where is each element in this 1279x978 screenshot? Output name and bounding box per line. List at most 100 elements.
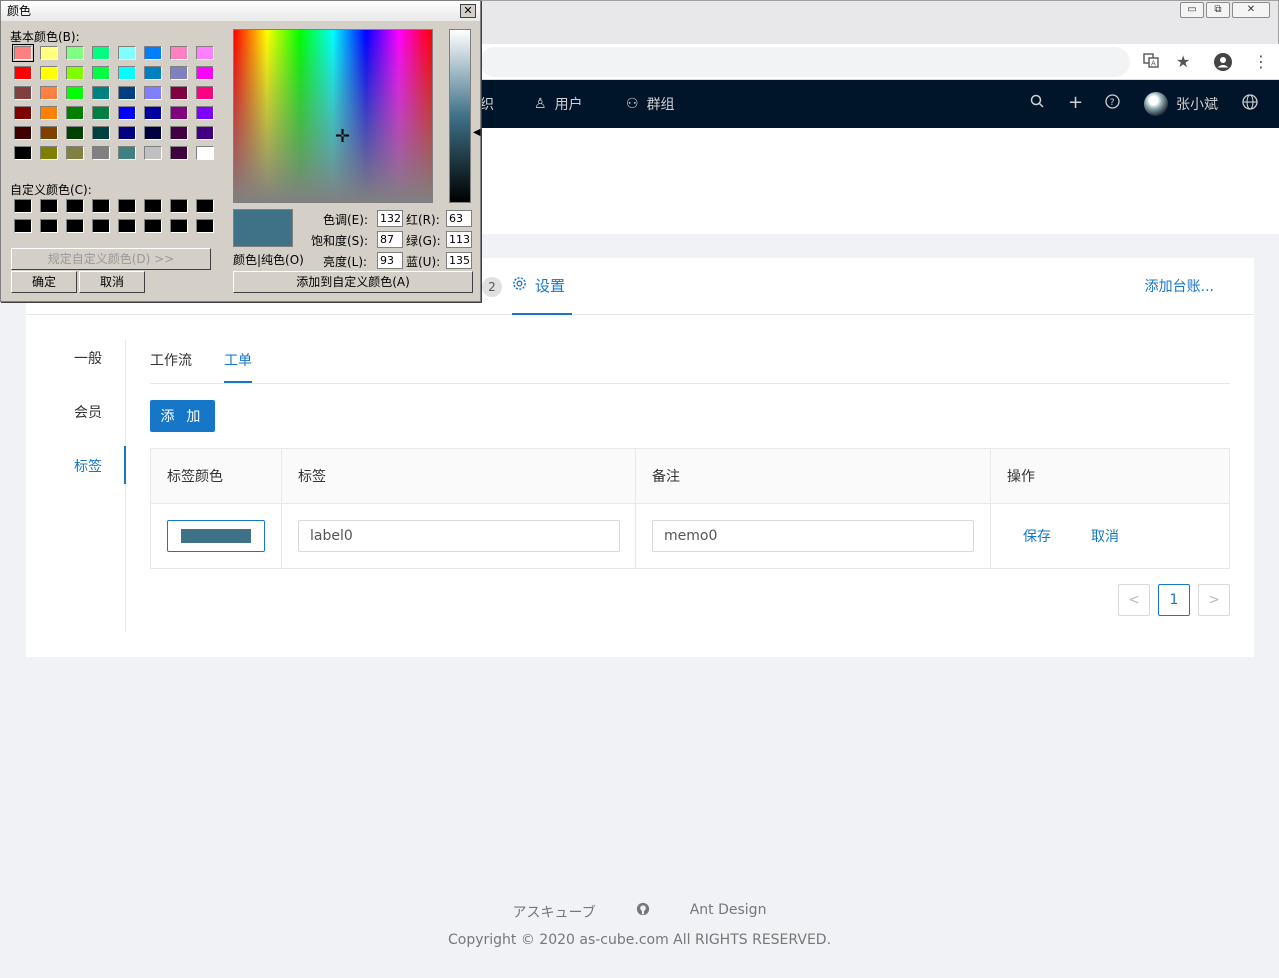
color-spectrum[interactable]: ✛ — [233, 29, 433, 203]
help-icon[interactable]: ? — [1105, 94, 1120, 113]
basic-color-swatch[interactable] — [40, 106, 58, 120]
basic-color-swatch[interactable] — [92, 46, 110, 60]
bookmark-star-icon[interactable]: ★ — [1176, 52, 1190, 71]
globe-icon[interactable] — [1242, 94, 1258, 114]
footer-link-antdesign[interactable]: Ant Design — [690, 902, 767, 922]
basic-color-swatch[interactable] — [196, 106, 214, 120]
footer-link-ascube[interactable]: アスキューブ — [513, 902, 596, 922]
nav-item-users[interactable]: ♙ 用户 — [534, 94, 583, 114]
basic-color-swatch[interactable] — [92, 86, 110, 100]
color-picker-button[interactable] — [167, 520, 265, 552]
translate-icon[interactable]: A — [1143, 52, 1159, 72]
basic-color-swatch[interactable] — [144, 86, 162, 100]
side-item-members[interactable]: 会员 — [74, 402, 102, 422]
green-field[interactable]: 113 — [446, 231, 472, 248]
save-link[interactable]: 保存 — [1023, 526, 1051, 546]
basic-color-swatch[interactable] — [118, 46, 136, 60]
basic-color-swatch[interactable] — [14, 86, 32, 100]
custom-color-swatch[interactable] — [144, 199, 162, 213]
browser-menu-icon[interactable]: ⋮ — [1253, 52, 1269, 71]
luminance-field[interactable]: 93 — [377, 252, 403, 269]
blue-field[interactable]: 135 — [446, 252, 472, 269]
custom-color-swatch[interactable] — [170, 219, 188, 233]
side-item-labels[interactable]: 标签 — [74, 456, 102, 476]
basic-color-swatch[interactable] — [66, 46, 84, 60]
basic-color-swatch[interactable] — [40, 146, 58, 160]
basic-color-swatch[interactable] — [118, 106, 136, 120]
basic-color-swatch[interactable] — [196, 86, 214, 100]
basic-color-swatch[interactable] — [14, 146, 32, 160]
basic-color-swatch[interactable] — [196, 126, 214, 140]
tab-workflow[interactable]: 工作流 — [150, 350, 192, 370]
define-custom-colors-button[interactable]: 规定自定义颜色(D) >> — [11, 248, 211, 270]
basic-color-swatch[interactable] — [144, 106, 162, 120]
basic-color-swatch[interactable] — [14, 126, 32, 140]
add-button[interactable]: 添 加 — [150, 400, 215, 432]
basic-color-swatch[interactable] — [144, 126, 162, 140]
address-field[interactable] — [480, 47, 1130, 77]
dialog-close-button[interactable]: ✕ — [460, 4, 476, 18]
basic-color-swatch[interactable] — [170, 106, 188, 120]
basic-color-swatch[interactable] — [118, 126, 136, 140]
basic-color-swatch[interactable] — [66, 146, 84, 160]
hue-field[interactable]: 132 — [377, 210, 403, 227]
add-ledger-link[interactable]: 添加台账... — [1145, 276, 1214, 296]
custom-color-swatch[interactable] — [40, 199, 58, 213]
plus-icon[interactable]: + — [1068, 92, 1083, 113]
next-page-button[interactable]: > — [1198, 584, 1230, 616]
basic-color-swatch[interactable] — [144, 46, 162, 60]
basic-color-swatch[interactable] — [170, 126, 188, 140]
nav-item-org[interactable]: 织 — [480, 94, 494, 114]
basic-color-swatch[interactable] — [144, 66, 162, 80]
basic-color-swatch[interactable] — [14, 66, 32, 80]
basic-color-swatch[interactable] — [170, 46, 188, 60]
basic-color-swatch[interactable] — [12, 44, 34, 62]
custom-color-swatch[interactable] — [118, 219, 136, 233]
tab-ticket[interactable]: 工单 — [224, 350, 252, 370]
basic-color-swatch[interactable] — [92, 106, 110, 120]
custom-color-swatch[interactable] — [66, 199, 84, 213]
basic-color-swatch[interactable] — [92, 146, 110, 160]
custom-color-swatch[interactable] — [144, 219, 162, 233]
tab-settings[interactable]: 设置 — [512, 258, 572, 315]
ok-button[interactable]: 确定 — [11, 271, 77, 293]
basic-color-swatch[interactable] — [118, 86, 136, 100]
close-window-button[interactable]: ✕ — [1232, 2, 1270, 18]
search-icon[interactable] — [1030, 94, 1044, 112]
github-icon[interactable] — [636, 902, 650, 922]
custom-color-swatch[interactable] — [92, 219, 110, 233]
basic-color-swatch[interactable] — [66, 106, 84, 120]
red-field[interactable]: 63 — [446, 210, 472, 227]
custom-color-swatch[interactable] — [92, 199, 110, 213]
basic-color-swatch[interactable] — [92, 126, 110, 140]
saturation-field[interactable]: 87 — [377, 231, 403, 248]
custom-color-swatch[interactable] — [40, 219, 58, 233]
basic-color-swatch[interactable] — [14, 106, 32, 120]
basic-color-swatch[interactable] — [40, 126, 58, 140]
nav-item-groups[interactable]: ⚇ 群组 — [626, 94, 675, 114]
custom-color-swatch[interactable] — [66, 219, 84, 233]
basic-color-swatch[interactable] — [66, 66, 84, 80]
page-1-button[interactable]: 1 — [1158, 584, 1190, 616]
add-to-custom-colors-button[interactable]: 添加到自定义颜色(A) — [233, 271, 473, 293]
basic-color-swatch[interactable] — [196, 146, 214, 160]
minimize-button[interactable]: ▭ — [1180, 2, 1204, 18]
basic-color-swatch[interactable] — [40, 86, 58, 100]
basic-color-swatch[interactable] — [40, 46, 58, 60]
basic-color-swatch[interactable] — [170, 86, 188, 100]
luminance-arrow-icon[interactable]: ◀ — [473, 127, 481, 138]
memo-input[interactable] — [652, 520, 974, 552]
basic-color-swatch[interactable] — [66, 86, 84, 100]
profile-icon[interactable] — [1213, 52, 1233, 76]
basic-color-swatch[interactable] — [196, 66, 214, 80]
basic-color-swatch[interactable] — [40, 66, 58, 80]
custom-color-swatch[interactable] — [196, 219, 214, 233]
basic-color-swatch[interactable] — [170, 66, 188, 80]
custom-color-swatch[interactable] — [170, 199, 188, 213]
basic-color-swatch[interactable] — [196, 46, 214, 60]
maximize-button[interactable]: ⧉ — [1206, 2, 1230, 18]
custom-color-swatch[interactable] — [14, 219, 32, 233]
custom-color-swatch[interactable] — [14, 199, 32, 213]
custom-color-swatch[interactable] — [196, 199, 214, 213]
side-item-general[interactable]: 一般 — [74, 348, 102, 368]
